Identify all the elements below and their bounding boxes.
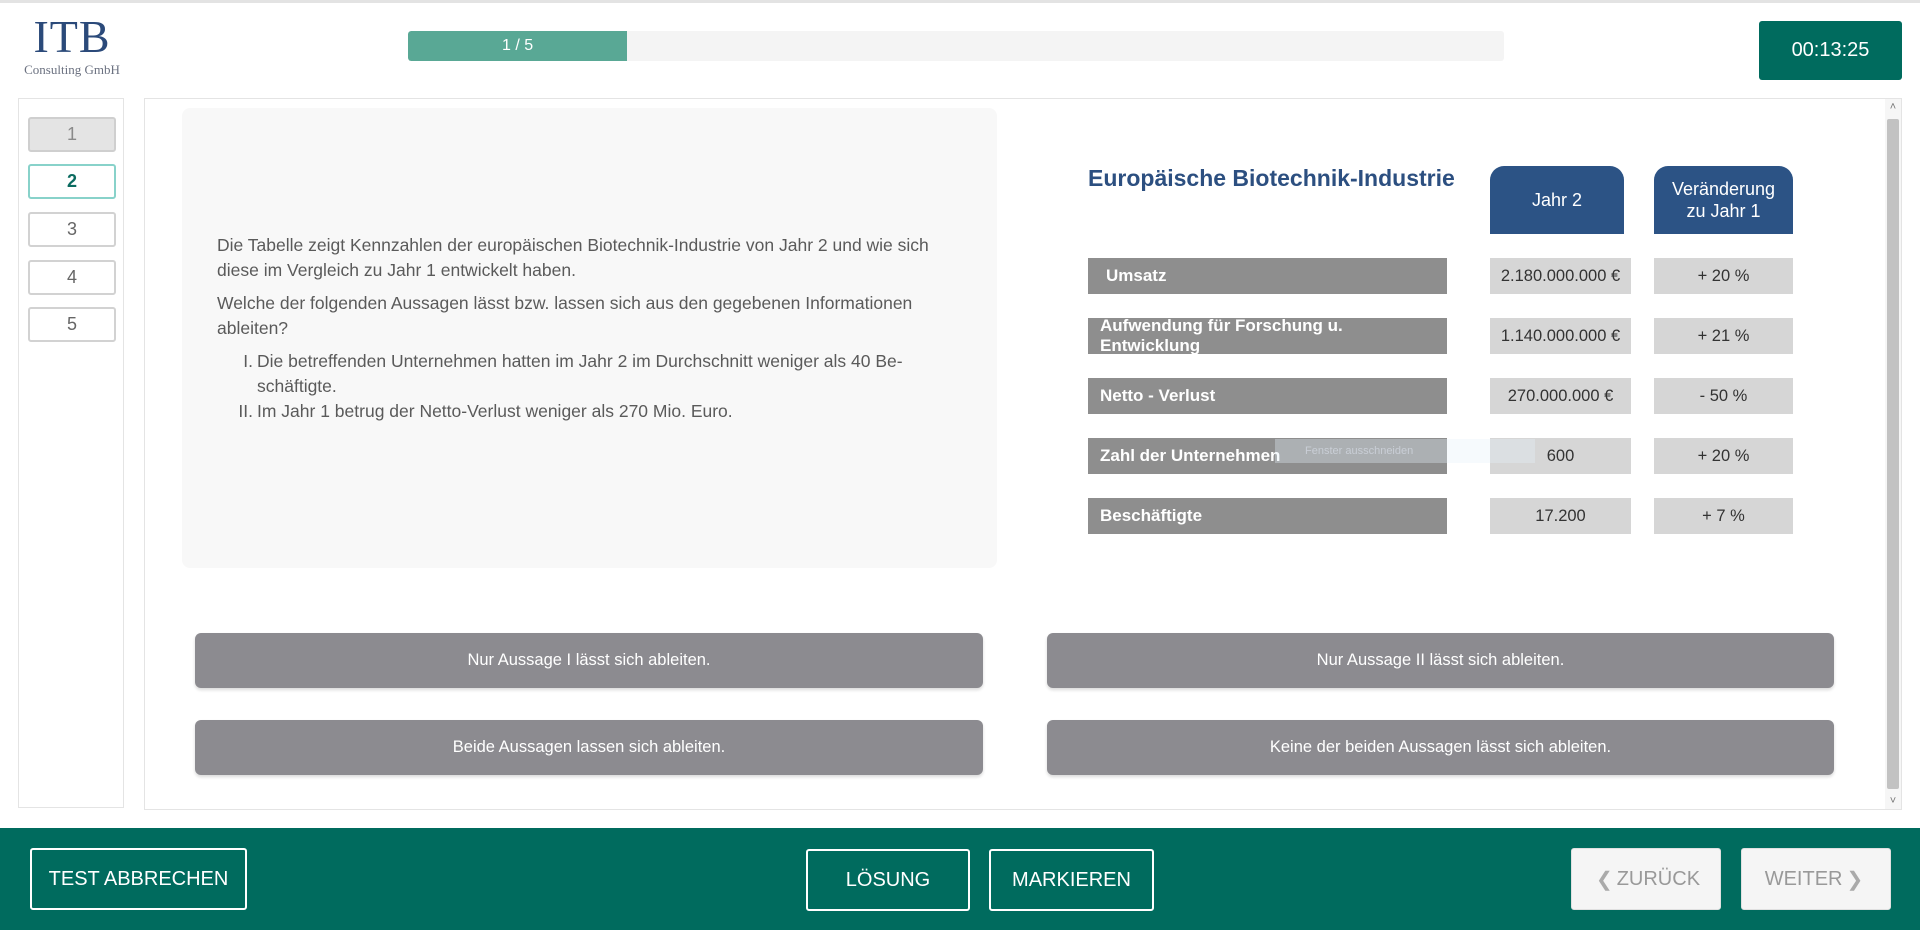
row-change-umsatz: + 20 % (1654, 258, 1793, 294)
question-box: Die Tabelle zeigt Kennzahlen der europäi… (182, 108, 997, 568)
overlay-tooltip: Fenster ausschneiden (1275, 439, 1535, 463)
row-label-netto-verlust: Netto - Verlust (1088, 378, 1447, 414)
progress-bar: 1 / 5 (408, 31, 1504, 61)
timer: 00:13:25 (1759, 21, 1902, 80)
logo-sub-text: Consulting GmbH (24, 62, 120, 77)
next-button[interactable]: WEITER ❯ (1741, 848, 1891, 910)
statement-text: Im Jahr 1 betrug der Netto-Verlust wenig… (257, 401, 733, 421)
scroll-thumb[interactable] (1887, 119, 1899, 789)
question-prompt: Welche der folgenden Aussagen lässt bzw.… (217, 293, 913, 338)
answer-option-2[interactable]: Nur Aussage II lässt sich ableiten. (1047, 633, 1834, 688)
answer-option-3[interactable]: Beide Aussagen lassen sich ableiten. (195, 720, 983, 775)
statement-number: II. (238, 401, 253, 421)
statement-list: I. Die betreffenden Unternehmen hatten im… (217, 349, 962, 424)
row-change-netto-verlust: - 50 % (1654, 378, 1793, 414)
next-label: WEITER (1764, 867, 1843, 890)
question-nav-button-4[interactable]: 4 (28, 260, 116, 295)
row-change-forschung: + 21 % (1654, 318, 1793, 354)
answer-option-1[interactable]: Nur Aussage I lässt sich ableiten. (195, 633, 983, 688)
chevron-right-icon: ❯ (1846, 868, 1864, 891)
question-nav-button-2[interactable]: 2 (28, 164, 116, 199)
answer-option-4[interactable]: Keine der beiden Aussagen lässt sich abl… (1047, 720, 1834, 775)
header-change-line1: Veränderung (1671, 179, 1776, 199)
back-button[interactable]: ❮ ZURÜCK (1571, 848, 1721, 910)
statement-number: I. (243, 351, 253, 371)
question-nav-button-1[interactable]: 1 (28, 117, 116, 152)
row-value-beschaeftigte: 17.200 (1490, 498, 1631, 534)
table-header-change: Veränderung zu Jahr 1 (1654, 166, 1793, 234)
chevron-left-icon: ❮ (1595, 868, 1613, 891)
cancel-test-button[interactable]: TEST ABBRECHEN (30, 848, 247, 910)
question-nav: 1 2 3 4 5 (18, 98, 124, 808)
solution-button[interactable]: LÖSUNG (806, 849, 970, 911)
header-change-line2: zu Jahr 1 (1686, 201, 1761, 221)
row-change-unternehmen: + 20 % (1654, 438, 1793, 474)
row-label-forschung: Aufwendung für Forschung u. Entwicklung (1088, 316, 1447, 355)
progress-fill: 1 / 5 (408, 31, 628, 61)
question-text: Die Tabelle zeigt Kennzahlen der europäi… (217, 233, 962, 424)
itb-logo: ITB Consulting GmbH (17, 11, 127, 78)
row-label-umsatz: Umsatz (1088, 258, 1447, 294)
question-panel: Die Tabelle zeigt Kennzahlen der europäi… (144, 98, 1902, 810)
question-nav-button-3[interactable]: 3 (28, 212, 116, 247)
statement-1: I. Die betreffenden Unternehmen hatten im… (217, 349, 962, 399)
question-nav-button-5[interactable]: 5 (28, 307, 116, 342)
row-value-umsatz: 2.180.000.000 € (1490, 258, 1631, 294)
footer-bar: TEST ABBRECHEN LÖSUNG MARKIEREN ❮ ZURÜCK… (0, 828, 1920, 930)
mark-button[interactable]: MARKIEREN (989, 849, 1154, 911)
row-label-beschaeftigte: Beschäftigte (1088, 498, 1447, 534)
row-value-netto-verlust: 270.000.000 € (1490, 378, 1631, 414)
arrow-down-icon[interactable]: ˅ (1885, 793, 1901, 809)
arrow-up-icon[interactable]: ˄ (1885, 99, 1901, 115)
statement-2: II. Im Jahr 1 betrug der Netto-Verlust we… (217, 399, 962, 424)
logo-main-text: ITB (33, 11, 111, 62)
question-intro: Die Tabelle zeigt Kennzahlen der europäi… (217, 235, 929, 280)
table-title: Europäische Biotechnik-Industrie (1088, 165, 1455, 191)
row-value-forschung: 1.140.000.000 € (1490, 318, 1631, 354)
table-header-year2: Jahr 2 (1490, 166, 1624, 234)
top-border (0, 0, 1920, 3)
scrollbar[interactable]: ˄ ˅ (1885, 99, 1901, 809)
statement-text: Die betreffenden Unternehmen hatten im J… (257, 351, 903, 396)
row-change-beschaeftigte: + 7 % (1654, 498, 1793, 534)
back-label: ZURÜCK (1616, 867, 1701, 890)
